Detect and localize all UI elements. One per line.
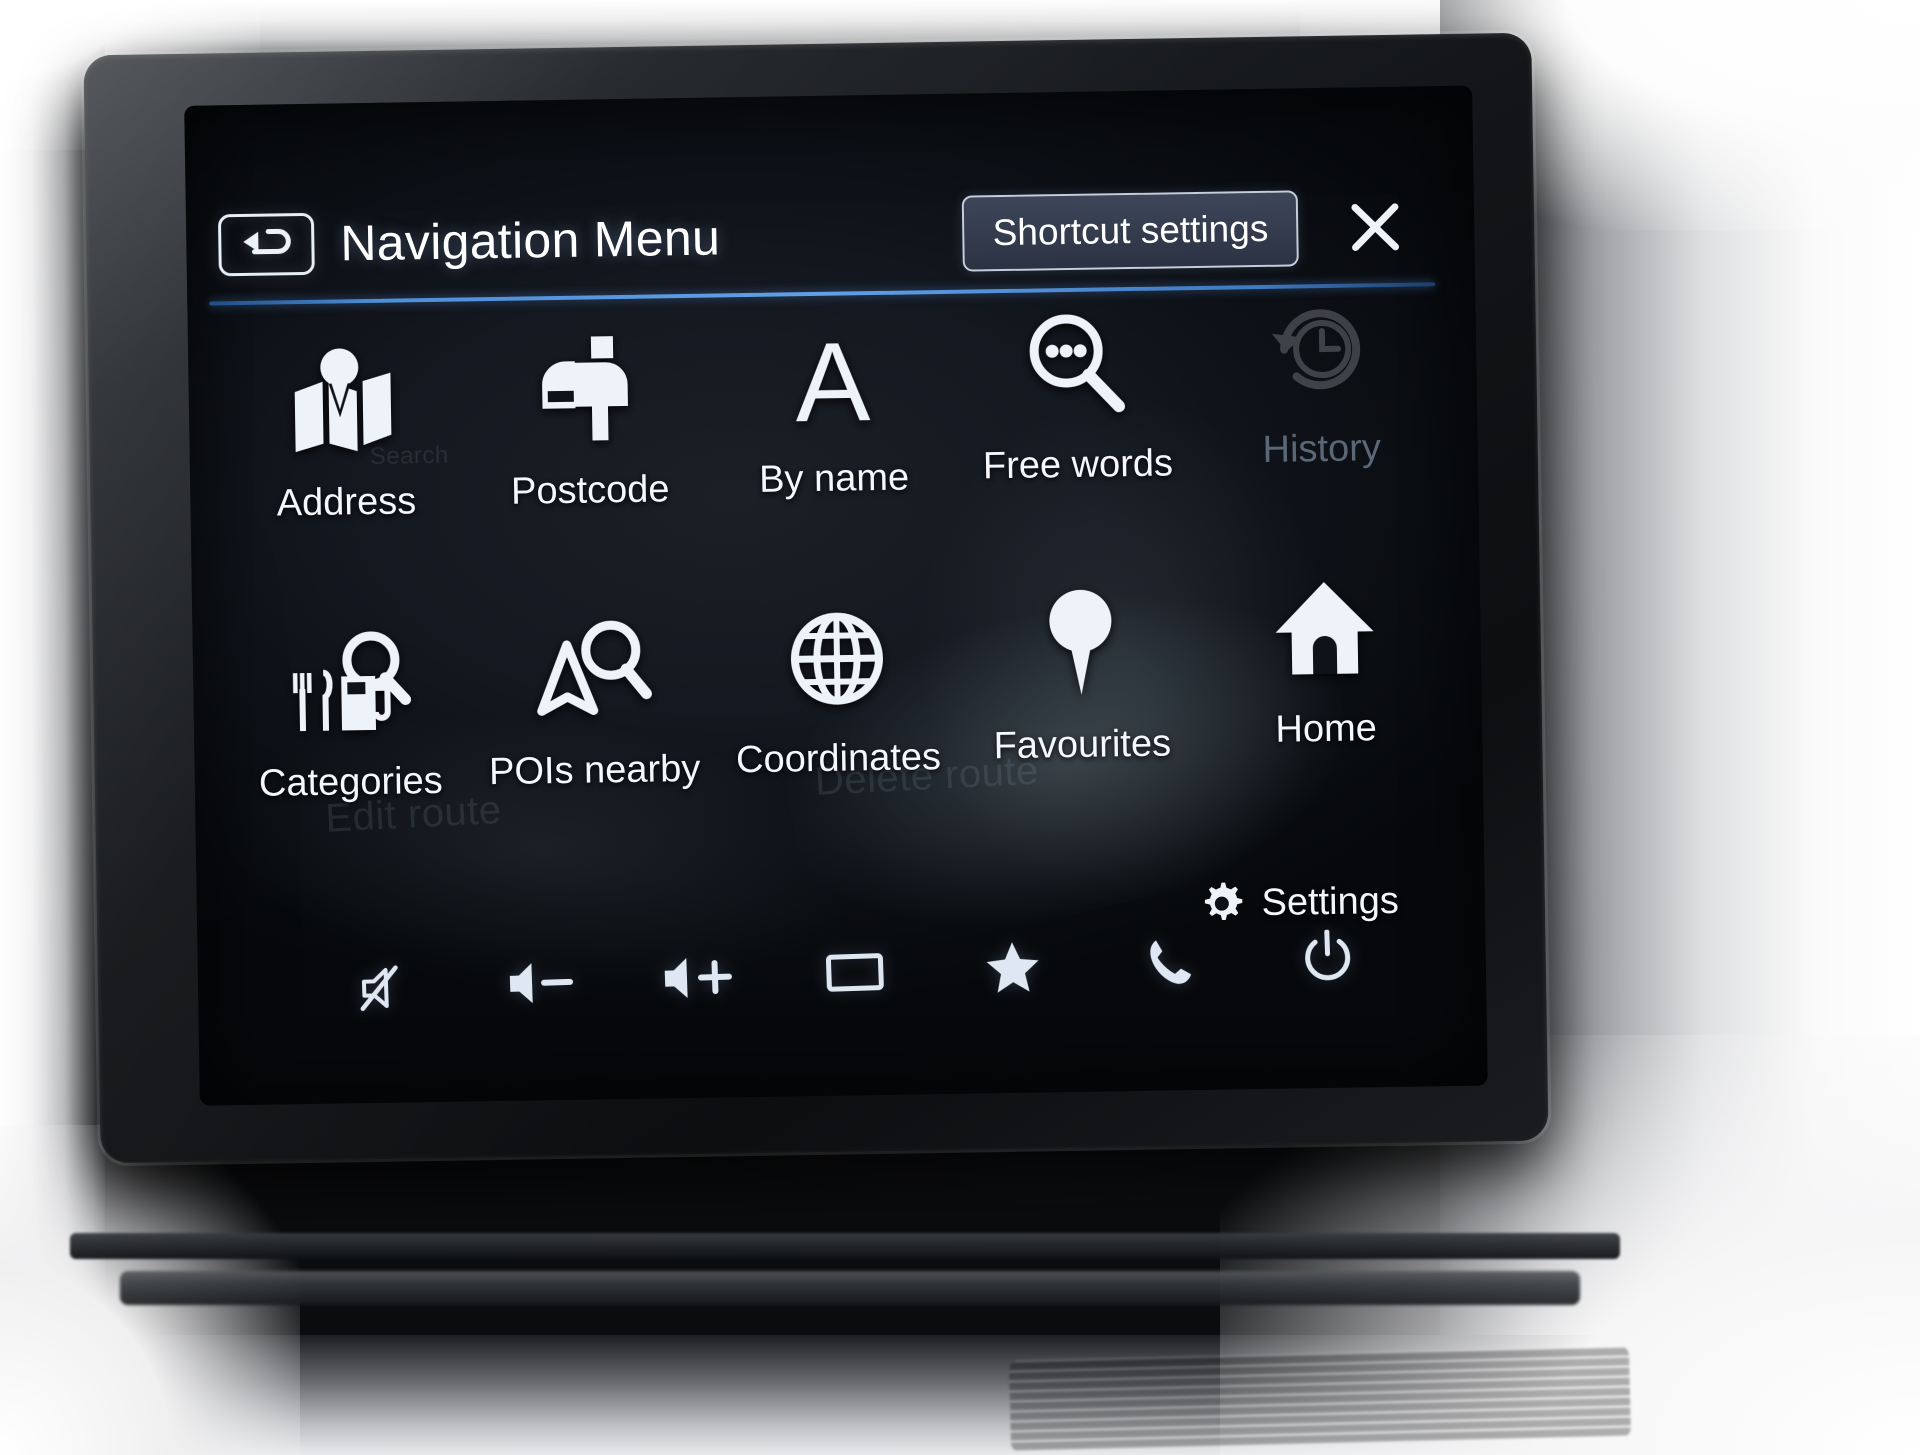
menu-tile-label: Favourites — [993, 722, 1172, 768]
magnifier-dots-icon — [1019, 299, 1133, 431]
display-icon — [823, 947, 887, 997]
bottom-toolbar — [325, 900, 1384, 1045]
menu-tile-label: Categories — [258, 759, 444, 805]
menu-tile-free-words[interactable]: Free words — [953, 290, 1201, 574]
map-pin-icon — [1034, 579, 1128, 710]
menu-tile-by-name[interactable]: A By name — [709, 304, 957, 588]
infotainment-screen: Edit route Delete route Search Navigatio… — [184, 85, 1488, 1106]
menu-tile-label: Free words — [982, 442, 1174, 488]
shortcut-settings-button[interactable]: Shortcut settings — [962, 190, 1299, 272]
map-person-icon — [284, 336, 406, 468]
clock-rewind-icon — [1263, 283, 1377, 415]
air-vent-grille — [1008, 1345, 1632, 1453]
menu-tile-address[interactable]: Address — [222, 327, 470, 611]
dashboard-trim — [70, 1233, 1620, 1259]
menu-tile-label: Home — [1275, 707, 1378, 751]
volume-up-icon — [658, 950, 736, 1004]
svg-text:A: A — [794, 324, 871, 434]
menu-tile-favourites[interactable]: Favourites — [958, 570, 1206, 854]
menu-tile-postcode[interactable]: Postcode — [466, 316, 714, 600]
favourite-button[interactable] — [956, 919, 1069, 1015]
home-icon — [1269, 563, 1381, 695]
back-arrow-icon — [238, 225, 295, 264]
menu-tile-pois-nearby[interactable]: POIs nearby — [470, 596, 718, 880]
menu-tile-label: History — [1262, 427, 1382, 471]
mute-icon — [355, 961, 409, 1015]
shortcut-settings-label: Shortcut settings — [992, 207, 1269, 254]
menu-tile-categories[interactable]: Categories — [226, 607, 474, 891]
header-spacer — [720, 234, 963, 238]
menu-tile-label: Address — [276, 480, 417, 525]
page-title: Navigation Menu — [339, 209, 721, 272]
volume-up-button[interactable] — [641, 930, 754, 1026]
close-button[interactable] — [1332, 183, 1419, 270]
dashboard-trim-secondary — [120, 1271, 1580, 1305]
poi-category-search-icon — [284, 616, 414, 748]
display-bezel: Edit route Delete route Search Navigatio… — [83, 32, 1549, 1164]
photo-scene: Edit route Delete route Search Navigatio… — [0, 0, 1920, 1455]
menu-tile-label: Postcode — [510, 468, 670, 513]
close-icon — [1345, 197, 1406, 258]
volume-down-button[interactable] — [483, 935, 596, 1031]
power-button[interactable] — [1271, 909, 1384, 1005]
menu-tile-label: Coordinates — [735, 736, 942, 782]
menu-tile-history[interactable]: History — [1197, 274, 1445, 558]
navigation-menu-grid: Address Postcode A By name Free words Hi… — [222, 298, 1451, 877]
letter-a-icon: A — [782, 313, 884, 445]
mailbox-icon — [529, 325, 649, 457]
power-icon — [1301, 929, 1355, 985]
nav-arrow-search-icon — [530, 605, 656, 737]
menu-tile-home[interactable]: Home — [1201, 554, 1449, 838]
phone-button[interactable] — [1113, 914, 1226, 1010]
phone-icon — [1144, 935, 1196, 989]
star-icon — [983, 939, 1041, 995]
menu-tile-coordinates[interactable]: Coordinates — [714, 584, 962, 868]
menu-tile-label: By name — [758, 456, 910, 501]
globe-icon — [780, 593, 894, 725]
display-button[interactable] — [798, 925, 911, 1021]
menu-tile-label: POIs nearby — [488, 747, 701, 794]
back-button[interactable] — [217, 212, 315, 277]
volume-down-icon — [503, 957, 577, 1009]
mute-button[interactable] — [325, 940, 438, 1036]
